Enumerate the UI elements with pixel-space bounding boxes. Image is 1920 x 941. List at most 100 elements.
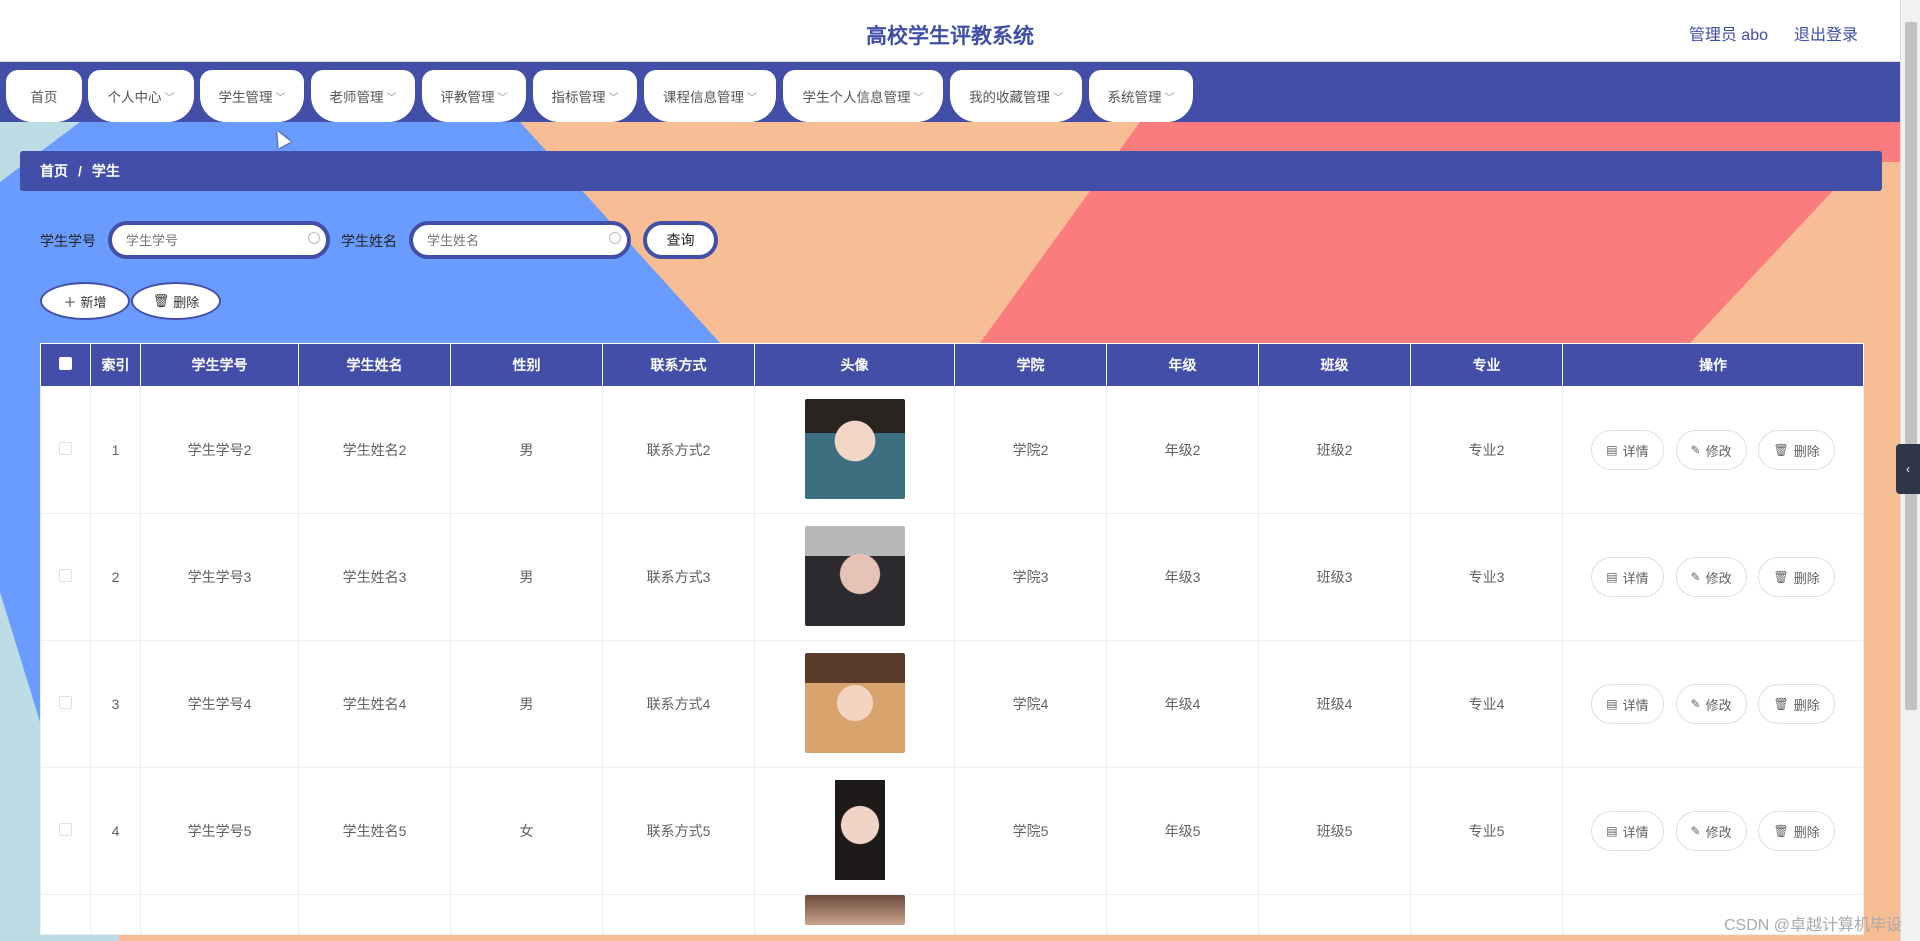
trash-icon: 🗑 [1773,697,1789,711]
detail-button[interactable]: ▤ 详情 [1591,684,1664,724]
collapse-side-panel-icon[interactable]: ‹ [1896,444,1920,494]
add-button[interactable]: ＋新增 [40,282,130,320]
student-table: 索引 学生学号 学生姓名 性别 联系方式 头像 学院 年级 班级 专业 操作 1… [40,343,1864,935]
add-label: 新增 [80,294,107,310]
avatar[interactable] [804,779,905,880]
edit-button[interactable]: ✎ 修改 [1675,684,1747,724]
nav-home[interactable]: 首页 [6,70,82,122]
cell-grade: 年级5 [1106,767,1259,895]
column-header: 专业 [1410,343,1563,387]
student-no-search [108,221,330,259]
cell-name: 学生姓名2 [298,386,451,514]
chevron-down-icon: ﹀ [747,92,757,104]
cell-gender: 男 [450,640,603,768]
cell-gender: 女 [450,767,603,895]
row-select-cell[interactable] [40,767,91,895]
breadcrumb-current: 学生 [91,163,120,179]
scrollbar-thumb[interactable] [1905,22,1917,710]
batch-delete-button[interactable]: 🗑 删除 [131,282,221,320]
chevron-down-icon: ﹀ [164,92,175,104]
cell-gender: 男 [450,386,603,514]
avatar[interactable] [804,895,905,925]
detail-label: 详情 [1622,443,1649,459]
select-all-cell[interactable] [40,343,91,387]
column-header: 年级 [1106,343,1259,387]
nav-course-management[interactable]: 课程信息管理 ﹀ [644,70,776,122]
chevron-down-icon: ﹀ [913,92,924,104]
pencil-icon: ✎ [1690,570,1701,584]
cell-major: 专业4 [1410,640,1563,768]
table-cell [140,894,299,935]
delete-label: 删除 [1793,443,1820,459]
edit-button[interactable]: ✎ 修改 [1675,430,1747,470]
chevron-down-icon: ﹀ [497,92,508,104]
edit-label: 修改 [1705,824,1732,840]
nav-teacher-management[interactable]: 老师管理 ﹀ [311,70,415,122]
table-cell [602,894,755,935]
nav-student-profile-management[interactable]: 学生个人信息管理 ﹀ [783,70,943,122]
delete-button[interactable]: 🗑 删除 [1758,811,1835,851]
edit-label: 修改 [1705,570,1732,586]
row-select-cell[interactable] [40,640,91,768]
cell-contact: 联系方式3 [602,513,755,641]
column-header: 操作 [1562,343,1864,387]
cell-class: 班级2 [1258,386,1411,514]
select-all-checkbox[interactable] [59,357,72,370]
detail-label: 详情 [1622,824,1649,840]
chevron-down-icon: ﹀ [608,92,619,104]
nav-student-management[interactable]: 学生管理 ﹀ [200,70,304,122]
student-no-input[interactable] [112,225,282,255]
edit-button[interactable]: ✎ 修改 [1675,811,1747,851]
avatar[interactable] [804,652,905,753]
table-cell [450,894,603,935]
cell-major: 专业2 [1410,386,1563,514]
cell-class: 班级3 [1258,513,1411,641]
row-checkbox[interactable] [59,442,72,455]
search-icon [308,232,320,244]
nav-favorites-management[interactable]: 我的收藏管理 ﹀ [950,70,1082,122]
nav-label: 我的收藏管理 [969,90,1050,105]
nav-indicator-management[interactable]: 指标管理 ﹀ [533,70,637,122]
nav-system-management[interactable]: 系统管理 ﹀ [1089,70,1193,122]
query-button[interactable]: 查询 [643,221,718,259]
cell-major: 专业5 [1410,767,1563,895]
detail-button[interactable]: ▤ 详情 [1591,430,1664,470]
student-name-input[interactable] [413,225,583,255]
row-select-cell[interactable] [40,386,91,514]
table-header-row: 索引 学生学号 学生姓名 性别 联系方式 头像 学院 年级 班级 专业 操作 [40,343,1864,387]
cell-operations: ▤ 详情 ✎ 修改 🗑 删除 [1562,513,1864,641]
trash-icon: 🗑 [152,293,170,308]
delete-label: 删除 [1793,697,1820,713]
nav-label: 个人中心 [107,90,162,105]
nav-personal-center[interactable]: 个人中心 ﹀ [88,70,194,122]
top-header: 高校学生评教系统 管理员 abo 退出登录 [0,0,1900,62]
chevron-down-icon: ﹀ [386,92,397,104]
detail-button[interactable]: ▤ 详情 [1591,557,1664,597]
nav-evaluation-management[interactable]: 评教管理 ﹀ [422,70,526,122]
row-select-cell[interactable] [40,513,91,641]
delete-label: 删除 [1793,570,1820,586]
trash-icon: 🗑 [1773,824,1789,838]
edit-button[interactable]: ✎ 修改 [1675,557,1747,597]
table-row [40,894,1864,935]
logout-link[interactable]: 退出登录 [1794,21,1858,45]
detail-button[interactable]: ▤ 详情 [1591,811,1664,851]
cell-avatar [754,513,955,641]
table-cell [1410,894,1563,935]
delete-button[interactable]: 🗑 删除 [1758,684,1835,724]
current-user: 管理员 abo [1688,27,1768,44]
cell-operations: ▤ 详情 ✎ 修改 🗑 删除 [1562,767,1864,895]
cell-operations: ▤ 详情 ✎ 修改 🗑 删除 [1562,640,1864,768]
breadcrumb-home[interactable]: 首页 [40,161,68,181]
cell-no: 学生学号5 [140,767,299,895]
avatar[interactable] [804,525,905,626]
row-checkbox[interactable] [59,696,72,709]
delete-button[interactable]: 🗑 删除 [1758,430,1835,470]
delete-button[interactable]: 🗑 删除 [1758,557,1835,597]
avatar[interactable] [804,398,905,499]
row-checkbox[interactable] [59,569,72,582]
row-checkbox[interactable] [59,823,72,836]
table-cell [298,894,451,935]
cell-grade: 年级3 [1106,513,1259,641]
column-header: 联系方式 [602,343,755,387]
